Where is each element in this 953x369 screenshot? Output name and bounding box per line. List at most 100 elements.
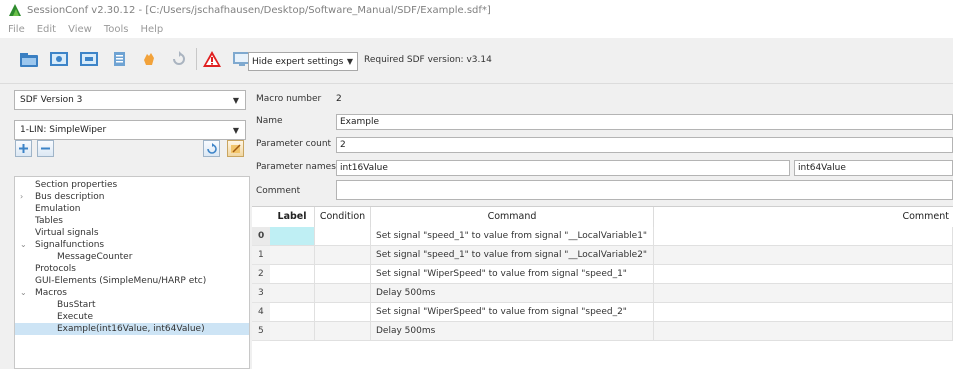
row-number[interactable]: 3 [252,284,270,303]
tree-item-label: Signalfunctions [35,240,105,250]
condition-cell[interactable] [315,284,371,303]
tree-item[interactable]: Example(int16Value, int64Value) [15,323,249,335]
parameter-count-field[interactable]: 2 [336,137,953,153]
corner-header [252,207,270,227]
open-folder-icon[interactable] [18,48,40,70]
command-cell[interactable]: Set signal "WiperSpeed" to value from si… [371,303,654,322]
comment-label: Comment [256,186,301,196]
row-number[interactable]: 2 [252,265,270,284]
expert-settings-value: Hide expert settings [252,56,344,67]
tree-item[interactable]: › Bus description [15,191,249,203]
tree-item[interactable]: BusStart [15,299,249,311]
name-field[interactable]: Example [336,114,953,130]
command-cell[interactable]: Set signal "speed_1" to value from signa… [371,227,654,246]
condition-cell[interactable] [315,246,371,265]
tree-item[interactable]: GUI-Elements (SimpleMenu/HARP etc) [15,275,249,287]
toolbar-separator [196,48,197,70]
tree-item[interactable]: ⌄ Signalfunctions [15,239,249,251]
expand-arrow-icon[interactable]: ⌄ [20,287,27,299]
macro-number-label: Macro number [256,94,322,104]
tree-item[interactable]: Emulation [15,203,249,215]
command-cell[interactable]: Delay 500ms [371,322,654,341]
menu-help[interactable]: Help [140,24,163,35]
refresh-button[interactable] [203,140,220,157]
tree-item[interactable]: Tables [15,215,249,227]
bus-select-value: 1-LIN: SimpleWiper [20,125,107,135]
row-number[interactable]: 0 [252,227,270,246]
section-tree: Section properties › Bus description Emulat… [14,176,250,369]
tree-item[interactable]: Execute [15,311,249,323]
tree-item[interactable]: ⌄ Macros [15,287,249,299]
menu-edit[interactable]: Edit [37,24,56,35]
label-cell[interactable] [270,284,315,303]
parameter-name-1-field[interactable]: int16Value [336,160,790,176]
label-cell[interactable] [270,322,315,341]
right-pane: Macro number 2 Name Example Parameter co… [252,84,953,369]
comment-cell[interactable] [654,284,953,303]
sdf-version-value: SDF Version 3 [20,95,83,105]
remove-button[interactable] [37,140,54,157]
row-number[interactable]: 4 [252,303,270,322]
row-number[interactable]: 5 [252,322,270,341]
label-cell[interactable] [270,246,315,265]
required-sdf-version: Required SDF version: v3.14 [364,55,492,65]
window-title: SessionConf v2.30.12 - [C:/Users/jschafh… [27,4,491,16]
command-cell[interactable]: Set signal "speed_1" to value from signa… [371,246,654,265]
row-number[interactable]: 1 [252,246,270,265]
label-cell[interactable] [270,303,315,322]
tree-item-label: Protocols [35,264,76,274]
comment-cell[interactable] [654,227,953,246]
tree-item-label: Macros [35,288,67,298]
tree-item[interactable]: Section properties [15,179,249,191]
menu-tools[interactable]: Tools [104,24,129,35]
warning-icon[interactable] [201,48,223,70]
command-cell[interactable]: Delay 500ms [371,284,654,303]
condition-cell[interactable] [315,322,371,341]
comment-cell[interactable] [654,322,953,341]
edit-button[interactable] [227,140,244,157]
reload-icon[interactable] [168,48,190,70]
column-header-comment[interactable]: Comment [654,207,953,227]
menu-view[interactable]: View [68,24,92,35]
menu-file[interactable]: File [8,24,25,35]
sdf-version-select[interactable]: SDF Version 3 ▼ [14,90,246,110]
comment-cell[interactable] [654,303,953,322]
expert-settings-select[interactable]: Hide expert settings ▼ [248,52,358,71]
tree-item-label: Execute [57,312,93,322]
condition-cell[interactable] [315,265,371,284]
condition-cell[interactable] [315,227,371,246]
toolbar: Hide expert settings ▼ Required SDF vers… [0,40,953,84]
parameter-name-2-field[interactable]: int64Value [794,160,953,176]
tree-item[interactable]: MessageCounter [15,251,249,263]
refresh-icon [206,142,217,154]
expand-arrow-icon[interactable]: ⌄ [20,239,27,251]
left-pane: SDF Version 3 ▼ 1-LIN: SimpleWiper ▼ Sec… [0,84,252,369]
comment-field[interactable] [336,180,953,200]
condition-cell[interactable] [315,303,371,322]
tree-item[interactable]: Protocols [15,263,249,275]
macro-number-value: 2 [336,94,342,104]
tree-item-label: MessageCounter [57,252,133,262]
collapse-arrow-icon[interactable]: › [20,191,23,203]
add-button[interactable] [15,140,32,157]
hand-icon[interactable] [138,48,160,70]
bus-config-2-icon[interactable] [78,48,100,70]
label-cell[interactable] [270,227,315,246]
column-header-command[interactable]: Command [371,207,654,227]
column-header-condition[interactable]: Condition [315,207,371,227]
tree-item-label: Bus description [35,192,105,202]
label-cell[interactable] [270,265,315,284]
bus-config-icon[interactable] [48,48,70,70]
tree-item[interactable]: Virtual signals [15,227,249,239]
copy-icon[interactable] [108,48,130,70]
column-header-label[interactable]: Label [270,207,315,227]
bus-select[interactable]: 1-LIN: SimpleWiper ▼ [14,120,246,140]
tree-item-label: BusStart [57,300,96,310]
tree-item-label: GUI-Elements (SimpleMenu/HARP etc) [35,276,207,286]
command-cell[interactable]: Set signal "WiperSpeed" to value from si… [371,265,654,284]
parameter-count-label: Parameter count [256,139,332,149]
tree-item-label: Example(int16Value, int64Value) [57,324,205,334]
comment-cell[interactable] [654,246,953,265]
tree-item-label: Tables [35,216,63,226]
comment-cell[interactable] [654,265,953,284]
